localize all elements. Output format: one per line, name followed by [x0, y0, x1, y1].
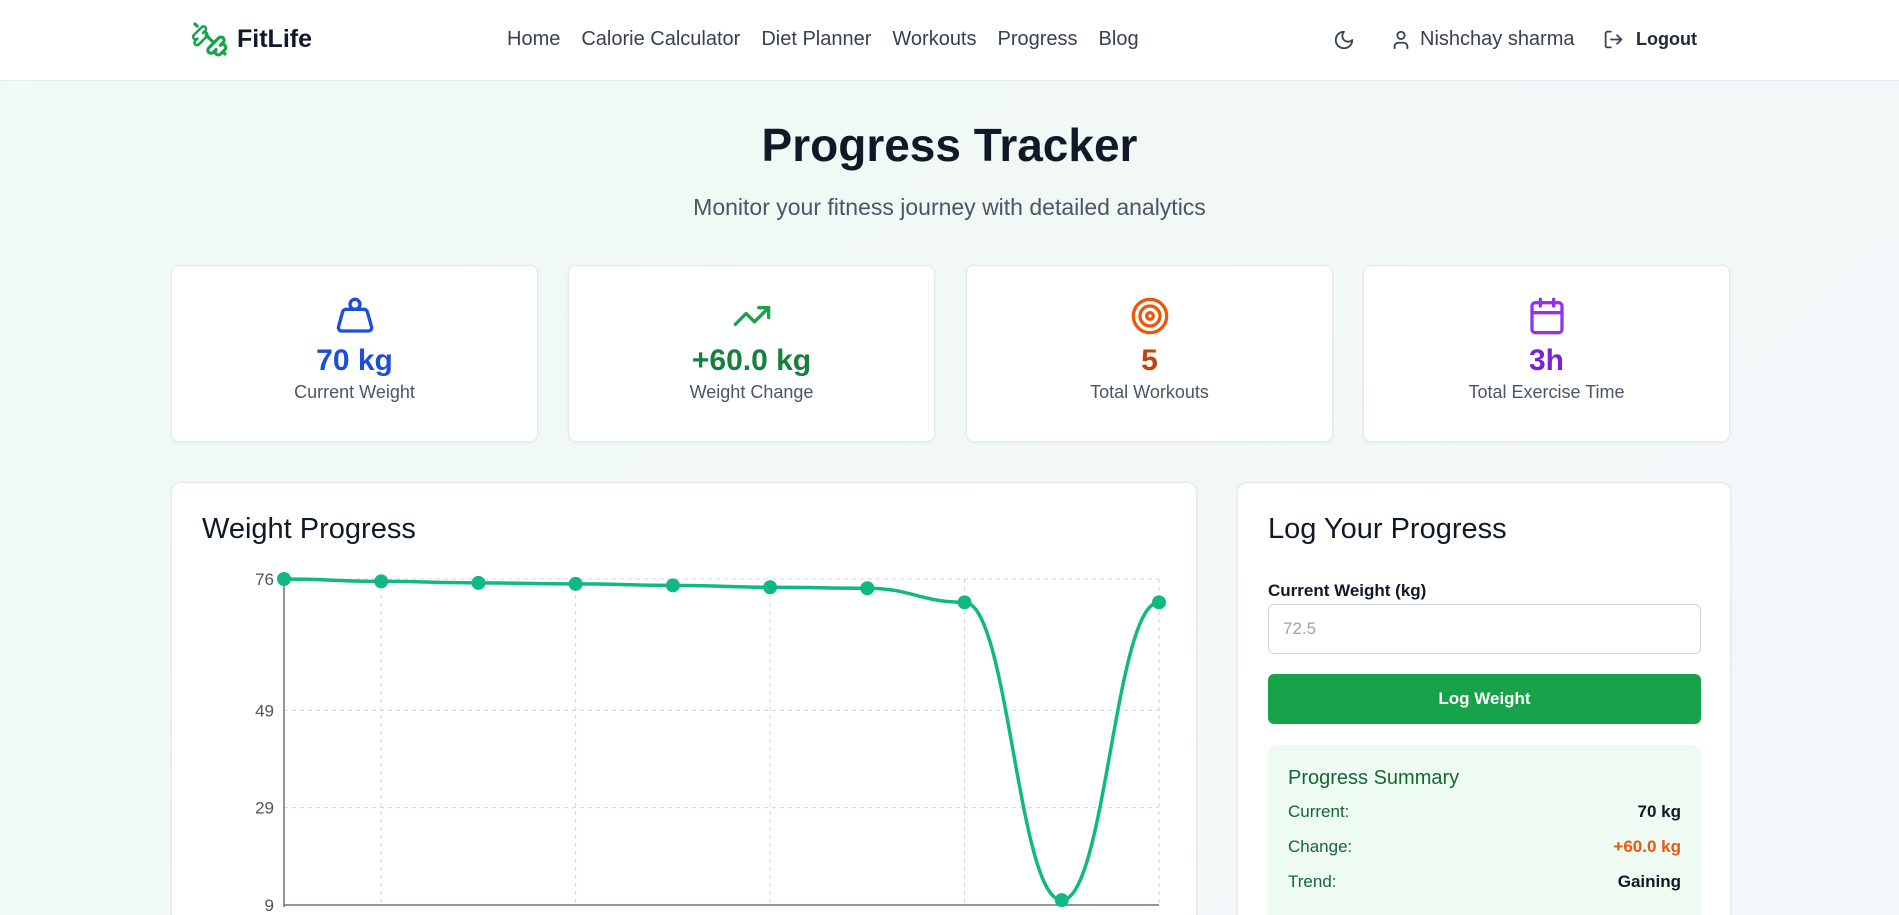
weight-data-point	[374, 574, 389, 589]
weight-data-point	[860, 581, 875, 596]
weight-data-point	[1152, 595, 1166, 610]
progress-summary: Progress Summary Current: 70 kg Change: …	[1268, 745, 1701, 915]
stat-card-total-workouts: 5 Total Workouts	[966, 265, 1333, 442]
weight-data-point	[1054, 893, 1069, 908]
weight-progress-chart: 9 29 49 76	[255, 570, 1166, 915]
summary-key: Change:	[1288, 837, 1353, 856]
user-icon	[1393, 30, 1409, 49]
user-profile[interactable]: Nishchay sharma	[1390, 28, 1575, 51]
stat-label: Weight Change	[689, 382, 814, 402]
weight-series-line	[283, 577, 1160, 902]
weight-data-point	[277, 572, 291, 586]
weight-data-point	[568, 576, 583, 591]
stat-value: +60.0 kg	[691, 344, 812, 377]
nav-blog[interactable]: Blog	[1099, 28, 1139, 51]
current-weight-input[interactable]	[1268, 604, 1701, 654]
summary-key: Trend:	[1288, 872, 1337, 891]
y-tick-label: 76	[255, 570, 274, 589]
weight-data-point	[471, 575, 486, 590]
y-tick-label: 9	[265, 896, 274, 915]
logout-icon	[1604, 30, 1623, 49]
logout-button[interactable]: Logout	[1603, 29, 1697, 50]
top-navbar: FitLife Home Calorie Calculator Diet Pla…	[0, 0, 1899, 81]
calendar-icon	[1529, 297, 1564, 335]
logout-label: Logout	[1636, 29, 1697, 49]
nav-progress[interactable]: Progress	[998, 28, 1078, 51]
nav-home[interactable]: Home	[507, 28, 560, 51]
weight-progress-card: Weight Progress 9 29 49 76	[171, 482, 1197, 915]
progress-summary-title: Progress Summary	[1288, 767, 1460, 789]
nav-diet-planner[interactable]: Diet Planner	[761, 28, 871, 51]
log-progress-card: Log Your Progress Current Weight (kg) Lo…	[1237, 482, 1731, 915]
y-tick-label: 49	[255, 701, 274, 720]
nav-workouts[interactable]: Workouts	[892, 28, 976, 51]
weight-icon	[336, 297, 373, 333]
page-title: Progress Tracker	[761, 119, 1138, 171]
moon-icon[interactable]	[1333, 29, 1355, 51]
brand-name: FitLife	[237, 24, 312, 53]
target-icon	[1131, 297, 1168, 335]
weight-data-point	[665, 578, 680, 593]
stat-label: Current Weight	[294, 382, 415, 402]
summary-key: Current:	[1288, 802, 1350, 821]
stat-card-exercise-time: 3h Total Exercise Time	[1363, 265, 1730, 442]
stat-label: Total Workouts	[1090, 382, 1209, 402]
stat-value: 3h	[1528, 344, 1564, 377]
nav-calorie-calculator[interactable]: Calorie Calculator	[581, 28, 740, 51]
stat-card-current-weight: 70 kg Current Weight	[171, 265, 538, 442]
current-weight-label: Current Weight (kg)	[1268, 581, 1427, 600]
y-tick-label: 29	[255, 799, 274, 818]
weight-data-point	[763, 580, 778, 595]
summary-value: +60.0 kg	[1613, 837, 1681, 856]
weight-data-point	[957, 595, 972, 610]
dumbbell-icon	[191, 22, 228, 57]
summary-row-trend: Trend: Gaining	[1288, 872, 1681, 907]
page-subtitle: Monitor your fitness journey with detail…	[693, 194, 1206, 220]
summary-row-current: Current: 70 kg	[1288, 802, 1681, 837]
user-name: Nishchay sharma	[1420, 28, 1575, 50]
stat-value: 70 kg	[316, 344, 393, 377]
summary-value: 70 kg	[1637, 802, 1681, 821]
stat-label: Total Exercise Time	[1468, 382, 1625, 402]
log-weight-button[interactable]: Log Weight	[1268, 674, 1701, 724]
stat-value: 5	[1141, 344, 1158, 377]
summary-row-change: Change: +60.0 kg	[1288, 837, 1681, 872]
log-progress-title: Log Your Progress	[1268, 513, 1507, 545]
brand-logo[interactable]: FitLife	[191, 20, 312, 58]
summary-value: Gaining	[1617, 872, 1681, 891]
trending-up-icon	[733, 306, 770, 326]
stat-card-weight-change: +60.0 kg Weight Change	[568, 265, 935, 442]
main-nav: Home Calorie Calculator Diet Planner Wor…	[507, 28, 1139, 51]
